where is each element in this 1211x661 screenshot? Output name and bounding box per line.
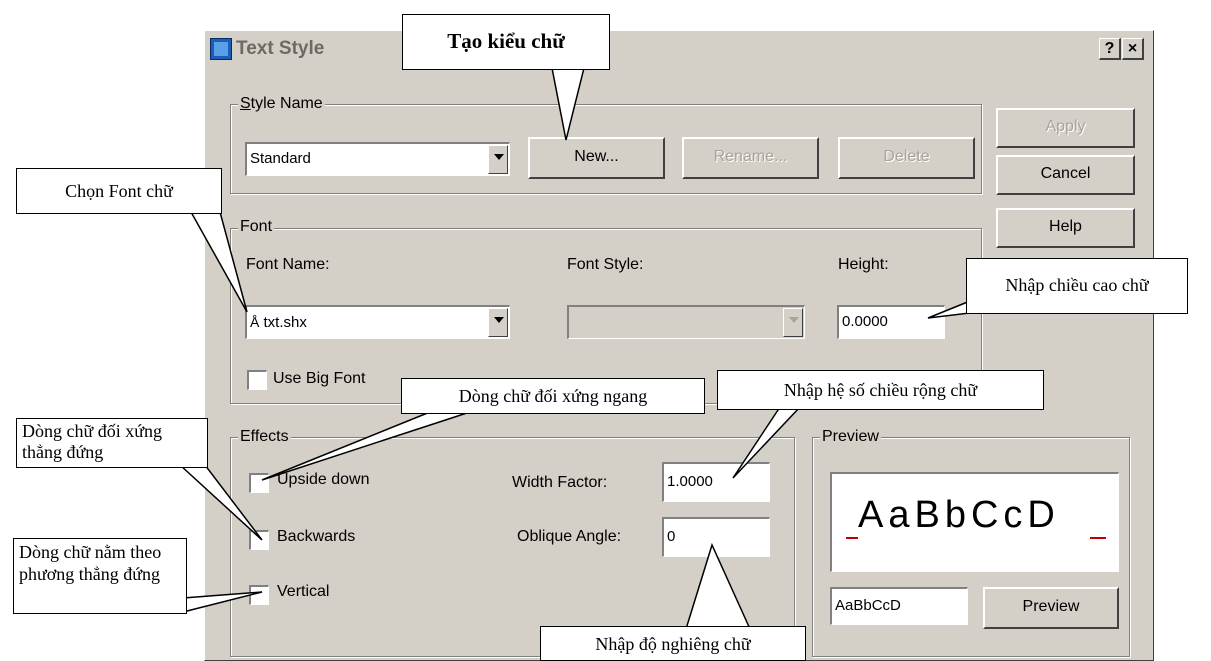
choose-font-callout-tail	[189, 211, 248, 313]
callout-width-factor: Nhập hệ số chiều rộng chữ	[717, 370, 1044, 410]
oblique-callout-tail	[684, 542, 752, 630]
width-factor-callout-tail	[732, 406, 802, 479]
callout-vertical-text: Dòng chữ nằm theo phương thẳng đứng	[13, 538, 187, 614]
callout-enter-oblique: Nhập độ nghiêng chữ	[540, 626, 806, 661]
callout-create-style: Tạo kiểu chữ	[402, 14, 610, 70]
vertical-text-callout-tail	[182, 591, 263, 613]
callout-mirror-vertical: Dòng chữ đối xứng thẳng đứng	[16, 418, 208, 468]
enter-height-callout-tail	[927, 299, 971, 319]
create-style-callout-tail	[551, 67, 585, 141]
callout-mirror-horizontal: Dòng chữ đối xứng ngang	[401, 378, 705, 414]
mirror-vertical-callout-tail	[178, 464, 263, 541]
callout-choose-font: Chọn Font chữ	[16, 168, 222, 214]
callout-enter-height: Nhập chiều cao chữ	[966, 258, 1188, 314]
mirror-horizontal-callout-tail	[261, 411, 471, 481]
